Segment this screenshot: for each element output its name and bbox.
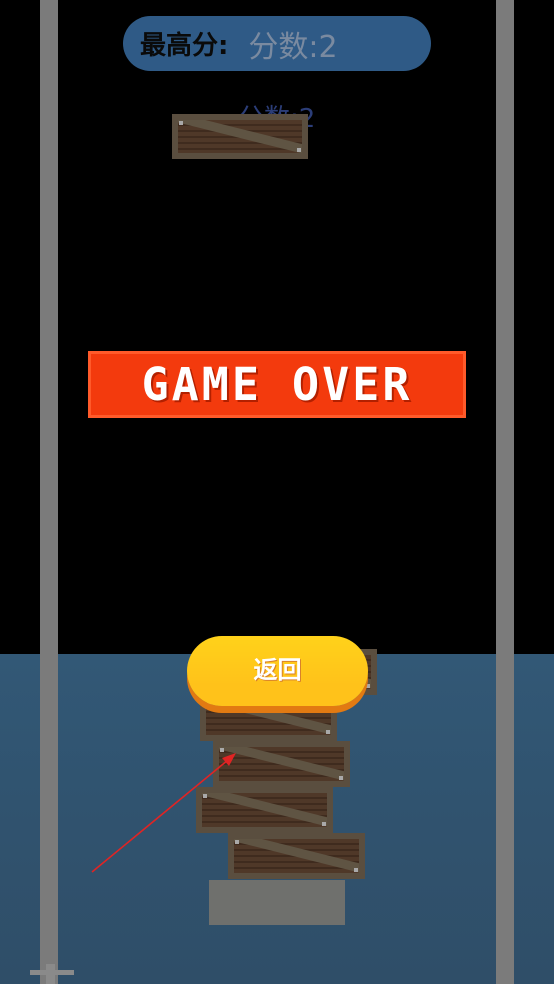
stacked-crate (228, 833, 365, 879)
tower-base (209, 880, 345, 925)
current-score-value: 分数:2 (248, 29, 338, 65)
game-over-banner: GAME OVER (88, 351, 466, 418)
stacked-crate (196, 787, 333, 833)
return-button[interactable]: 返回 (187, 636, 368, 706)
swinging-crate (172, 114, 308, 159)
hook-icon (30, 964, 74, 984)
return-button-label: 返回 (253, 655, 302, 684)
best-score-label: 最高分: (140, 31, 229, 61)
right-pole (496, 0, 514, 984)
stacked-crate (213, 741, 350, 787)
game-over-text: GAME OVER (141, 358, 413, 411)
game-stage: 最高分: 分数:2 分数:2 (0, 0, 554, 984)
best-score-panel: 最高分: 分数:2 (123, 16, 431, 71)
left-pole (40, 0, 58, 984)
